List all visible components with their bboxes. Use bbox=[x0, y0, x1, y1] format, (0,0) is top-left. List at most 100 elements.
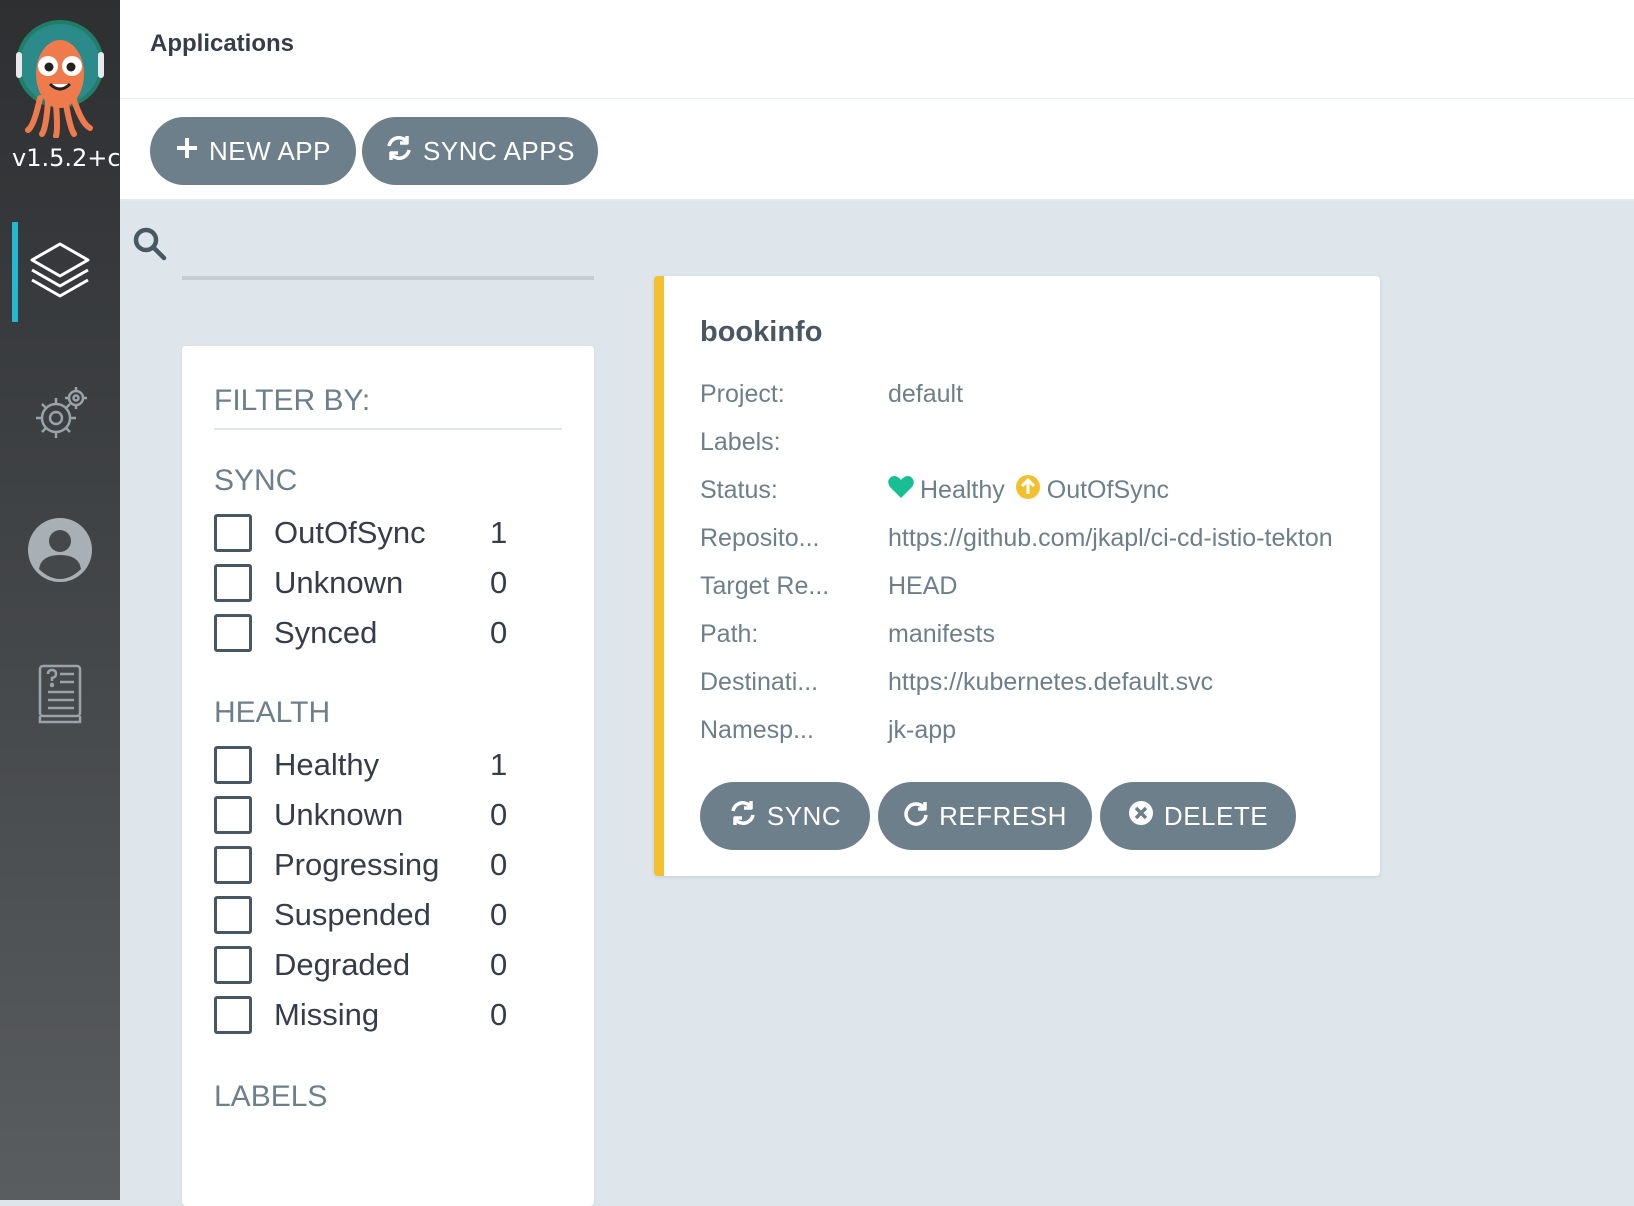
field-path: Path: manifests bbox=[700, 614, 995, 654]
filter-panel: FILTER BY: SYNC OutOfSync 1 Unknown 0 Sy… bbox=[182, 346, 594, 1206]
labels-filter-title: LABELS bbox=[214, 1080, 328, 1113]
filter-health-degraded[interactable]: Degraded 0 bbox=[214, 940, 514, 990]
sync-status: OutOfSync bbox=[1046, 475, 1170, 504]
filter-health-healthy[interactable]: Healthy 1 bbox=[214, 740, 514, 790]
field-project: Project: default bbox=[700, 374, 963, 414]
filter-count: 0 bbox=[490, 615, 508, 650]
header: Applications bbox=[120, 0, 1634, 99]
sync-label: SYNC bbox=[766, 800, 842, 831]
field-key: Target Re... bbox=[700, 571, 830, 600]
filter-count: 0 bbox=[490, 565, 508, 600]
field-value: manifests bbox=[888, 619, 995, 648]
filter-health-suspended[interactable]: Suspended 0 bbox=[214, 890, 514, 940]
checkbox[interactable] bbox=[214, 564, 252, 602]
field-key: Status: bbox=[700, 475, 778, 504]
page-title: Applications bbox=[150, 30, 295, 57]
delete-button[interactable]: DELETE bbox=[1100, 782, 1296, 850]
field-key: Path: bbox=[700, 619, 759, 648]
checkbox[interactable] bbox=[214, 614, 252, 652]
checkbox[interactable] bbox=[214, 846, 252, 884]
field-value: HEAD bbox=[888, 571, 958, 600]
sidebar: v1.5.2+c bbox=[0, 0, 120, 1200]
sync-icon bbox=[385, 134, 413, 169]
filter-sync-outofsync[interactable]: OutOfSync 1 bbox=[214, 508, 514, 558]
refresh-button[interactable]: REFRESH bbox=[878, 782, 1092, 850]
refresh-label: REFRESH bbox=[939, 800, 1067, 831]
search-underline bbox=[182, 276, 594, 280]
filter-sync-synced[interactable]: Synced 0 bbox=[214, 608, 514, 658]
filter-label: Missing bbox=[274, 997, 380, 1032]
docs-icon bbox=[36, 662, 84, 730]
field-destination: Destinati... https://kubernetes.default.… bbox=[700, 662, 1213, 702]
checkbox[interactable] bbox=[214, 996, 252, 1034]
field-value: jk-app bbox=[888, 715, 957, 744]
search-input[interactable] bbox=[182, 222, 594, 272]
delete-label: DELETE bbox=[1163, 800, 1269, 831]
filter-label: Unknown bbox=[274, 565, 404, 600]
sync-filter-title: SYNC bbox=[214, 464, 298, 497]
checkbox[interactable] bbox=[214, 796, 252, 834]
new-app-label: NEW APP bbox=[209, 135, 331, 166]
toolbar: NEW APP SYNC APPS bbox=[120, 99, 1634, 201]
version-label: v1.5.2+c bbox=[12, 144, 120, 172]
nav-user-info[interactable] bbox=[0, 502, 120, 602]
sync-icon bbox=[729, 799, 757, 834]
checkbox[interactable] bbox=[214, 896, 252, 934]
out-of-sync-icon bbox=[1015, 474, 1041, 507]
checkbox[interactable] bbox=[214, 514, 252, 552]
filter-sync-unknown[interactable]: Unknown 0 bbox=[214, 558, 514, 608]
sync-apps-button[interactable]: SYNC APPS bbox=[362, 117, 598, 185]
sync-button[interactable]: SYNC bbox=[700, 782, 870, 850]
gears-icon bbox=[30, 384, 90, 448]
checkbox[interactable] bbox=[214, 946, 252, 984]
filter-health-unknown[interactable]: Unknown 0 bbox=[214, 790, 514, 840]
filter-label: Suspended bbox=[274, 897, 431, 932]
field-repository: Reposito... https://github.com/jkapl/ci-… bbox=[700, 518, 1333, 558]
filter-label: Synced bbox=[274, 615, 378, 650]
refresh-icon bbox=[903, 800, 929, 833]
filter-health-progressing[interactable]: Progressing 0 bbox=[214, 840, 514, 890]
filter-label: Degraded bbox=[274, 947, 411, 982]
filter-label: Healthy bbox=[274, 747, 380, 782]
field-key: Destinati... bbox=[700, 667, 819, 696]
nav-settings[interactable] bbox=[0, 366, 120, 466]
status-values: Healthy OutOfSync bbox=[888, 474, 1169, 507]
checkbox[interactable] bbox=[214, 746, 252, 784]
close-circle-icon bbox=[1128, 800, 1154, 833]
argo-logo[interactable] bbox=[14, 18, 106, 139]
health-status: Healthy bbox=[920, 475, 1005, 504]
health-filter-title: HEALTH bbox=[214, 696, 331, 729]
new-app-button[interactable]: NEW APP bbox=[150, 117, 356, 185]
filter-count: 1 bbox=[490, 515, 508, 550]
user-icon bbox=[27, 517, 93, 587]
filter-health-missing[interactable]: Missing 0 bbox=[214, 990, 514, 1040]
plus-icon bbox=[175, 136, 199, 167]
filter-count: 0 bbox=[490, 847, 508, 882]
filter-count: 0 bbox=[490, 797, 508, 832]
filter-label: OutOfSync bbox=[274, 515, 426, 550]
field-key: Reposito... bbox=[700, 523, 820, 552]
field-key: Project: bbox=[700, 379, 785, 408]
nav-applications[interactable] bbox=[0, 222, 120, 322]
field-status: Status: Healthy OutOfSync bbox=[700, 470, 1169, 510]
filter-count: 0 bbox=[490, 897, 508, 932]
filter-title: FILTER BY: bbox=[214, 384, 562, 430]
field-key: Namesp... bbox=[700, 715, 814, 744]
search-icon bbox=[132, 226, 168, 266]
field-key: Labels: bbox=[700, 427, 781, 456]
filter-label: Progressing bbox=[274, 847, 440, 882]
layers-icon bbox=[28, 238, 92, 306]
app-card[interactable]: bookinfo Project: default Labels: Status… bbox=[654, 276, 1380, 876]
field-value: https://github.com/jkapl/ci-cd-istio-tek… bbox=[888, 523, 1333, 552]
field-labels: Labels: bbox=[700, 422, 888, 462]
field-value: default bbox=[888, 379, 964, 408]
app-name: bookinfo bbox=[700, 316, 823, 348]
field-target-revision: Target Re... HEAD bbox=[700, 566, 957, 606]
nav-documentation[interactable] bbox=[0, 646, 120, 746]
field-namespace: Namesp... jk-app bbox=[700, 710, 956, 750]
field-value: https://kubernetes.default.svc bbox=[888, 667, 1214, 696]
filter-label: Unknown bbox=[274, 797, 404, 832]
filter-count: 0 bbox=[490, 997, 508, 1032]
filter-count: 0 bbox=[490, 947, 508, 982]
filter-count: 1 bbox=[490, 747, 508, 782]
